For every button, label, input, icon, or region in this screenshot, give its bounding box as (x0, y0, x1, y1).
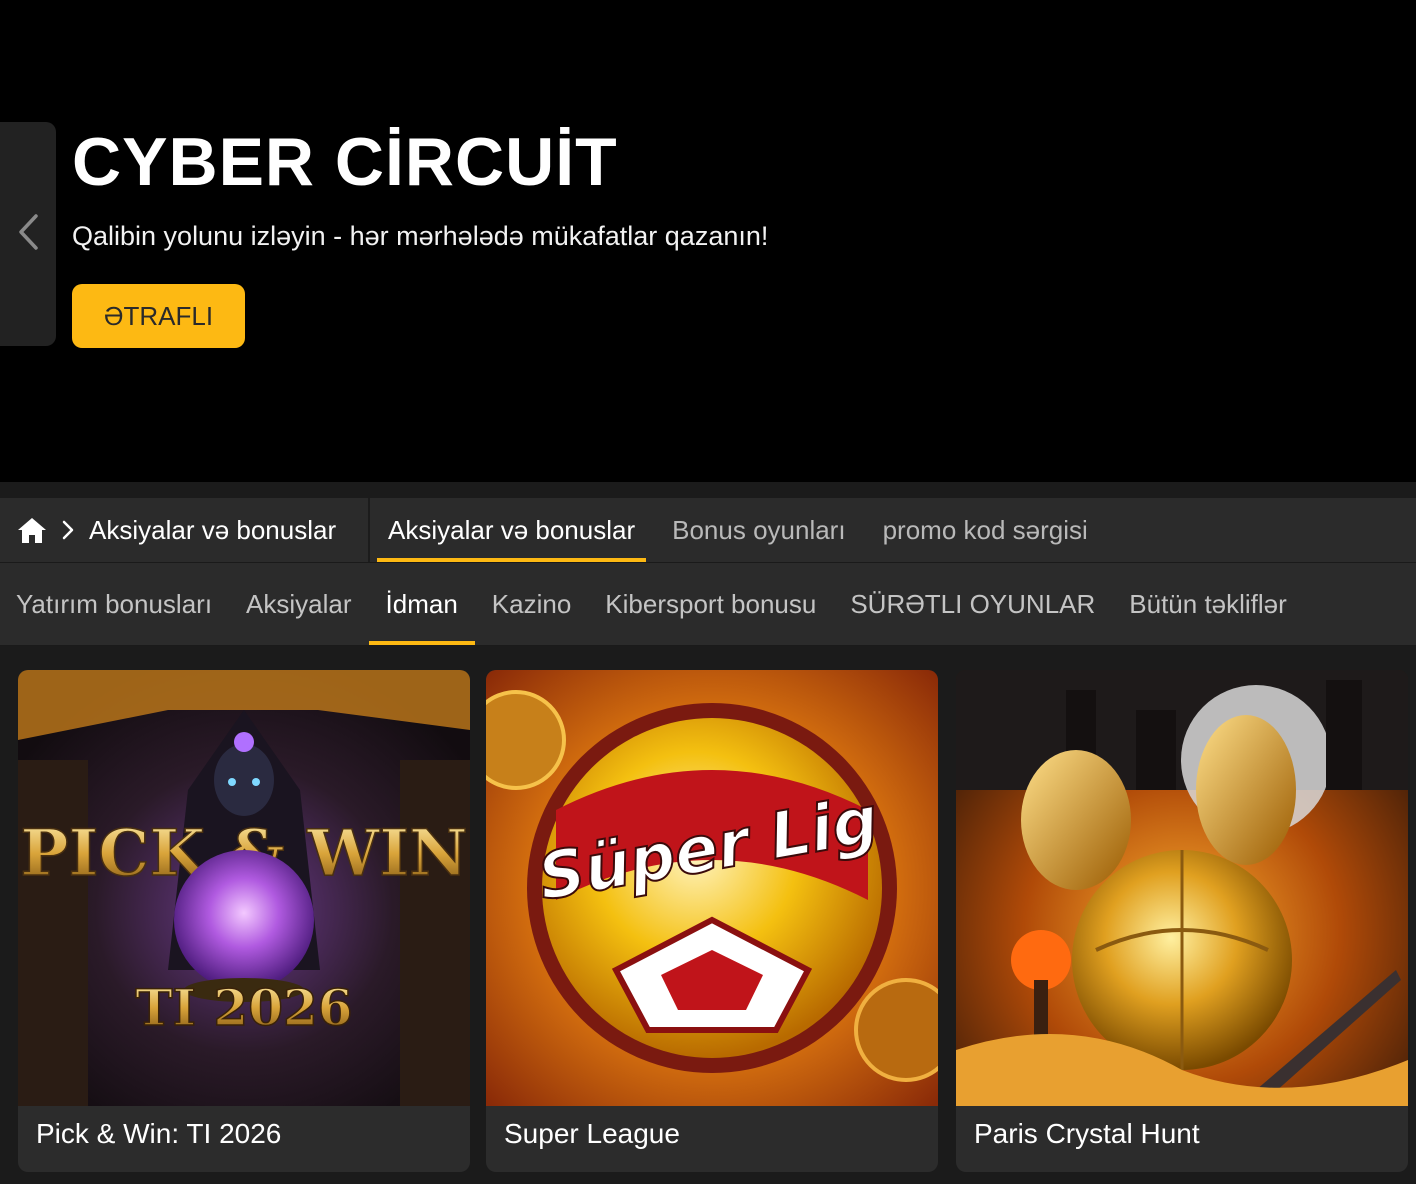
category-promotions[interactable]: Aksiyalar (229, 563, 368, 645)
promo-card-title: Pick & Win: TI 2026 (36, 1118, 282, 1149)
art-badge: TI 2026 (135, 978, 352, 1037)
promo-card-title: Super League (504, 1118, 680, 1149)
hero-subtitle: Qalibin yolunu izləyin - hər mərhələdə m… (72, 221, 769, 251)
promo-card-title: Paris Crystal Hunt (974, 1118, 1200, 1149)
promo-card-image (956, 670, 1408, 1106)
tab-bonus-games[interactable]: Bonus oyunları (654, 498, 863, 562)
category-casino[interactable]: Kazino (475, 563, 589, 645)
chevron-right-icon (61, 519, 77, 541)
home-icon[interactable] (17, 515, 47, 545)
promo-card-image: PICK & WIN TI 2026 (18, 670, 470, 1106)
breadcrumb-current: Aksiyalar və bonuslar (89, 514, 337, 545)
category-esports-bonus[interactable]: Kibersport bonusu (588, 563, 833, 645)
breadcrumb: Aksiyalar və bonuslar (0, 498, 370, 562)
category-fast-games[interactable]: SÜRƏTLI OYUNLAR (833, 563, 1112, 645)
hero-prev-button[interactable] (0, 122, 56, 346)
hero-title: CYBER CİRCUİT (72, 124, 618, 200)
category-sports[interactable]: İdman (368, 563, 476, 645)
category-all-offers[interactable]: Bütün təkliflər (1112, 563, 1304, 645)
chevron-left-icon (16, 212, 40, 257)
hero-banner: CYBER CİRCUİT Qalibin yolunu izləyin - h… (0, 0, 1416, 482)
tab-promo-code[interactable]: promo kod sərgisi (865, 498, 1106, 562)
promo-card[interactable]: PICK & WIN TI 2026 Pick & Win: TI 2026 (18, 670, 470, 1172)
category-deposit-bonuses[interactable]: Yatırım bonusları (0, 563, 229, 645)
nav-tabs: Aksiyalar və bonuslar Bonus oyunları pro… (370, 498, 1107, 562)
hero-details-button[interactable]: ƏTRAFLI (72, 284, 245, 348)
promo-card[interactable]: Süper Lig Super League (486, 670, 938, 1172)
section-navbar: Aksiyalar və bonuslar Aksiyalar və bonus… (0, 498, 1416, 563)
category-tabs: Yatırım bonusları Aksiyalar İdman Kazino… (0, 563, 1416, 646)
tab-promotions-bonuses[interactable]: Aksiyalar və bonuslar (370, 498, 653, 562)
promo-card[interactable]: Paris Crystal Hunt (956, 670, 1408, 1172)
promo-card-image: Süper Lig (486, 670, 938, 1106)
